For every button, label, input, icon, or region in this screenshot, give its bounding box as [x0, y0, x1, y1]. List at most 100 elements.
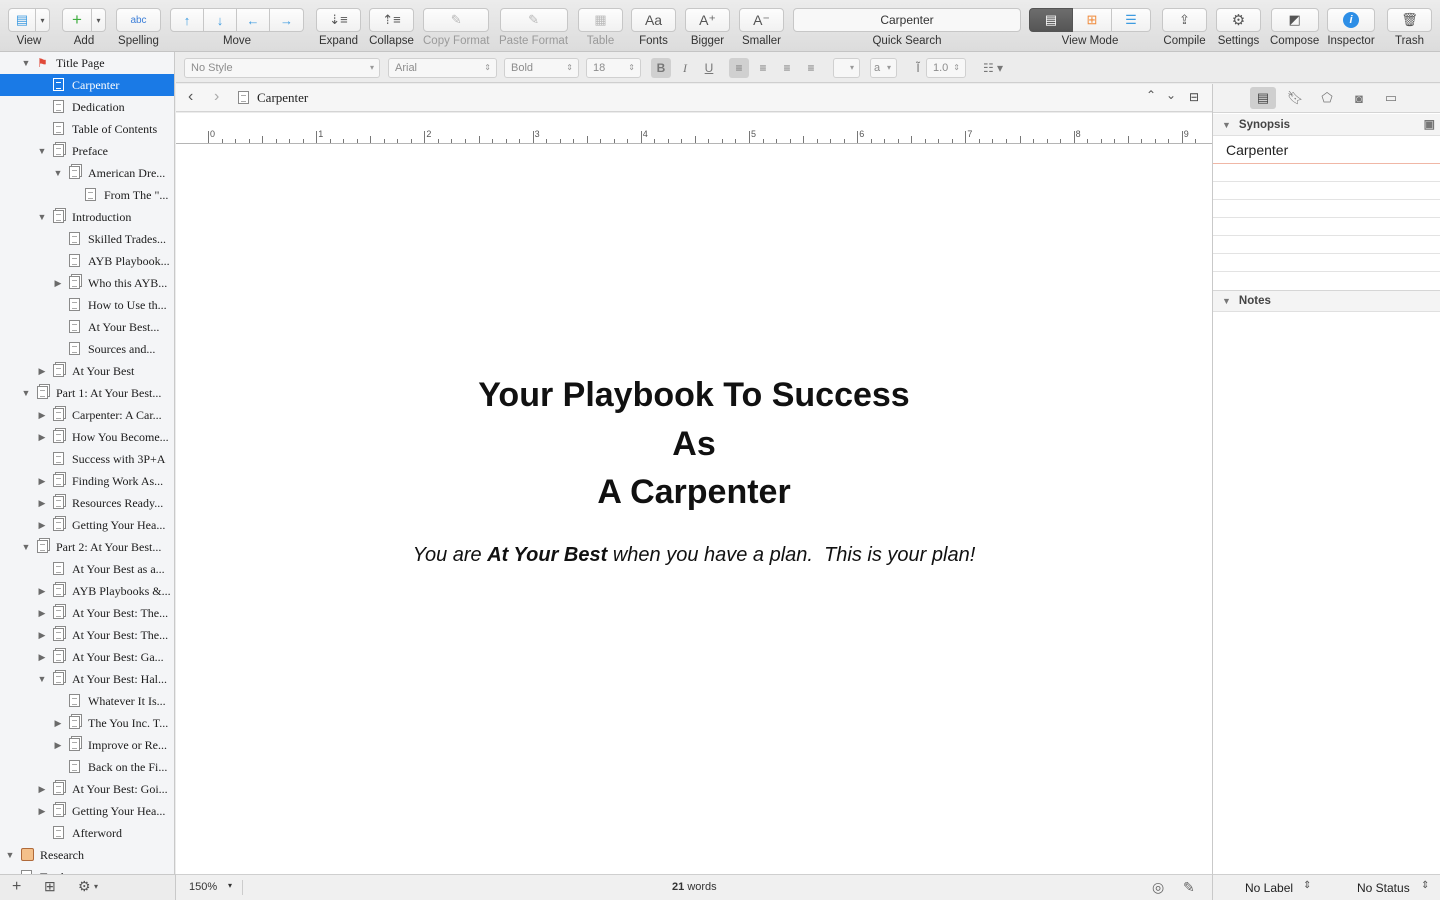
disclosure-open-icon[interactable]: ▼ [20, 388, 32, 398]
binder-item[interactable]: Whatever It Is... [0, 690, 174, 712]
binder-item[interactable]: Carpenter [0, 74, 174, 96]
bold-button[interactable]: B [651, 58, 671, 78]
binder-item[interactable]: ▼ Preface [0, 140, 174, 162]
disclosure-closed-icon[interactable]: ▶ [36, 608, 48, 619]
chevron-down-icon[interactable]: ▾ [36, 8, 50, 32]
disclosure-open-icon[interactable]: ▼ [52, 168, 64, 178]
highlight-select[interactable]: a ▾ [870, 58, 897, 78]
settings-button[interactable]: ⚙ Settings [1216, 8, 1261, 47]
notes-header[interactable]: ▼ Notes [1213, 290, 1440, 312]
view-layout-icon[interactable]: ▤ [8, 8, 36, 32]
arrow-right-icon[interactable]: → [270, 8, 304, 32]
quick-search[interactable]: Carpenter Quick Search [793, 8, 1021, 47]
font-weight-select[interactable]: Bold ⇕ [504, 58, 579, 78]
binder-item[interactable]: ▼ American Dre... [0, 162, 174, 184]
disclosure-closed-icon[interactable]: ▶ [36, 586, 48, 597]
trash-button[interactable]: 🗑 Trash [1387, 8, 1432, 47]
comment-icon[interactable]: ▭ [1378, 87, 1404, 109]
zoom-value[interactable]: 150% [189, 881, 217, 893]
tag-icon[interactable]: ⬠ [1314, 87, 1340, 109]
arrow-up-icon[interactable]: ↑ [170, 8, 204, 32]
disclosure-closed-icon[interactable]: ▶ [36, 498, 48, 509]
spellcheck-icon[interactable]: abc [116, 8, 161, 32]
binder-item[interactable]: At Your Best as a... [0, 558, 174, 580]
underline-button[interactable]: U [699, 58, 719, 78]
gear-icon[interactable]: ⚙ [1216, 8, 1261, 32]
font-size-select[interactable]: 18 ⇕ [586, 58, 641, 78]
disclosure-open-icon[interactable]: ▼ [20, 542, 32, 552]
binder-item[interactable]: ▶ Resources Ready... [0, 492, 174, 514]
add-folder-icon[interactable]: ⊞ [44, 878, 56, 895]
camera-icon[interactable]: ◙ [1346, 87, 1372, 109]
binder-item[interactable]: ▶ How You Become... [0, 426, 174, 448]
copy-format-button[interactable]: ✎ Copy Format [423, 8, 489, 47]
quick-search-input[interactable]: Carpenter [793, 8, 1021, 32]
binder-item[interactable]: ▶ Finding Work As... [0, 470, 174, 492]
synopsis-field[interactable]: Carpenter [1213, 137, 1440, 164]
compose-button[interactable]: ◩ Compose [1270, 8, 1319, 47]
chevron-up-icon[interactable]: ⌃ [1146, 88, 1156, 102]
scrivenings-icon[interactable]: ▤ [1029, 8, 1073, 32]
binder-item[interactable]: ▶ At Your Best: Ga... [0, 646, 174, 668]
binder-item[interactable]: Back on the Fi... [0, 756, 174, 778]
arrow-down-icon[interactable]: ↓ [204, 8, 237, 32]
binder-item[interactable]: ▶ At Your Best: Goi... [0, 778, 174, 800]
view-control[interactable]: ▤ ▾ View [8, 8, 50, 47]
collapse-button[interactable]: ⇡≡ Collapse [369, 8, 414, 47]
arrow-left-icon[interactable]: ← [237, 8, 270, 32]
binder-item[interactable]: ▶ Improve or Re... [0, 734, 174, 756]
binder-item[interactable]: At Your Best... [0, 316, 174, 338]
align-center-icon[interactable]: ≡ [753, 58, 773, 78]
bookmark-icon[interactable]: 🔖︎ [1282, 87, 1308, 109]
disclosure-open-icon[interactable]: ▼ [20, 58, 32, 68]
split-editor-icon[interactable]: ⊟ [1189, 90, 1199, 104]
back-icon[interactable]: ‹ [188, 88, 193, 106]
disclosure-closed-icon[interactable]: ▶ [36, 432, 48, 443]
disclosure-open-icon[interactable]: ▼ [36, 674, 48, 684]
gear-icon[interactable]: ⚙ [78, 878, 91, 895]
binder-item[interactable]: ▶ Who this AYB... [0, 272, 174, 294]
add-icon[interactable]: + [62, 8, 92, 32]
chevron-down-icon[interactable]: ▾ [94, 882, 98, 891]
binder-item[interactable]: ▼ At Your Best: Hal... [0, 668, 174, 690]
synopsis-header[interactable]: ▼ Synopsis ▣ [1213, 114, 1440, 136]
binder-item[interactable]: How to Use th... [0, 294, 174, 316]
font-smaller-icon[interactable]: A⁻ [739, 8, 784, 32]
binder-item[interactable]: ▼ Part 2: At Your Best... [0, 536, 174, 558]
align-left-icon[interactable]: ≡ [729, 58, 749, 78]
compile-button[interactable]: ⇪ Compile [1162, 8, 1207, 47]
add-control[interactable]: + ▾ Add [62, 8, 106, 47]
add-icon[interactable]: + [12, 878, 21, 896]
chevron-down-icon[interactable]: ⌄ [1166, 88, 1176, 102]
binder-item[interactable]: Skilled Trades... [0, 228, 174, 250]
chevron-down-icon[interactable]: ▾ [228, 881, 232, 890]
compose-icon[interactable]: ◩ [1270, 8, 1319, 32]
binder-item[interactable]: ▼ Part 1: At Your Best... [0, 382, 174, 404]
binder-item[interactable]: From The "... [0, 184, 174, 206]
info-icon[interactable]: i [1327, 8, 1375, 32]
inspector-button[interactable]: i Inspector [1327, 8, 1375, 47]
table-button[interactable]: ▦ Table [578, 8, 623, 47]
bigger-button[interactable]: A⁺ Bigger [685, 8, 730, 47]
disclosure-closed-icon[interactable]: ▶ [36, 630, 48, 641]
target-icon[interactable]: ◎ [1152, 879, 1164, 896]
fonts-button[interactable]: Aa Fonts [631, 8, 676, 47]
text-color-select[interactable]: ▾ [833, 58, 860, 78]
smaller-button[interactable]: A⁻ Smaller [739, 8, 784, 47]
notes-tab-icon[interactable]: ▤ [1250, 87, 1276, 109]
brush-icon[interactable]: ✎ [423, 8, 490, 32]
label-select[interactable]: No Label [1245, 881, 1293, 895]
view-mode-control[interactable]: ▤ ⊞ ☰ View Mode [1029, 8, 1151, 47]
binder-item[interactable]: ▶ AYB Playbooks &... [0, 580, 174, 602]
trash-icon[interactable]: 🗑 [1387, 8, 1432, 32]
binder-item[interactable]: Afterword [0, 822, 174, 844]
disclosure-open-icon[interactable]: ▼ [4, 850, 16, 860]
outline-icon[interactable]: ☰ [1112, 8, 1151, 32]
corkboard-icon[interactable]: ⊞ [1073, 8, 1112, 32]
binder-item[interactable]: ▶ At Your Best: The... [0, 602, 174, 624]
notes-field[interactable] [1213, 313, 1440, 873]
align-right-icon[interactable]: ≡ [777, 58, 797, 78]
note-icon[interactable]: ✎ [1183, 879, 1195, 896]
disclosure-closed-icon[interactable]: ▶ [36, 476, 48, 487]
binder-item[interactable]: ▶ At Your Best [0, 360, 174, 382]
